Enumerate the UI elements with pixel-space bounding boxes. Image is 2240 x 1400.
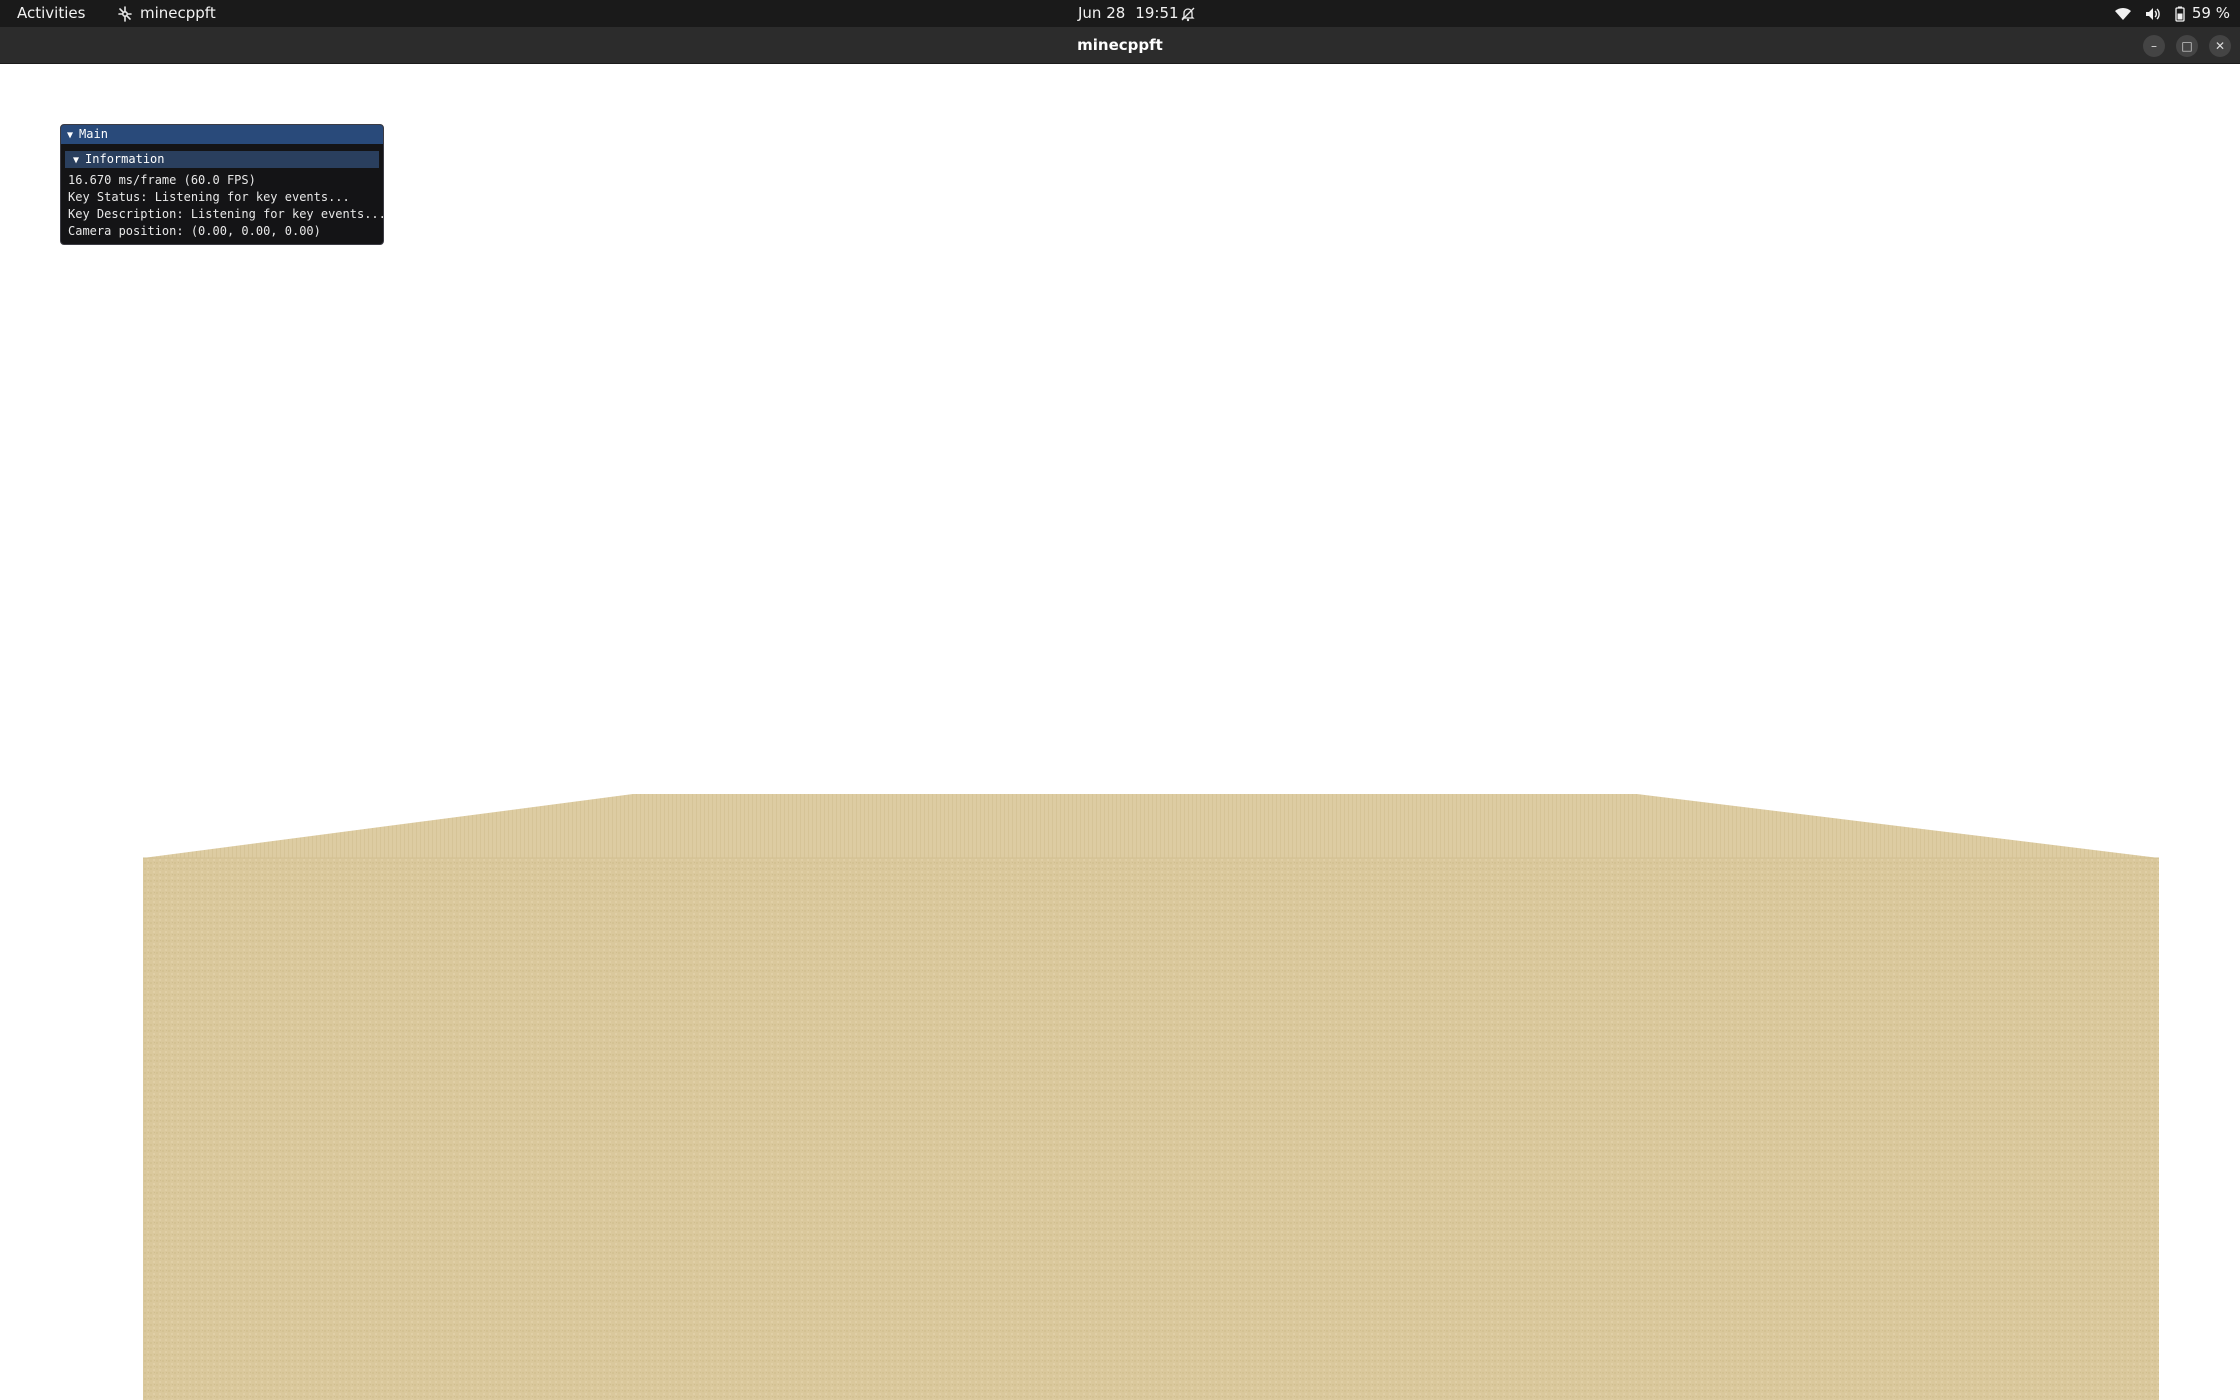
top-bar: Activities minecppft Jun 28 19:51 59 % <box>0 0 2240 27</box>
imgui-main-window[interactable]: ▼ Main ▼ Information 16.670 ms/frame (60.0… <box>60 124 384 245</box>
app-menu[interactable]: minecppft <box>116 0 216 27</box>
maximize-button[interactable]: □ <box>2176 35 2198 57</box>
information-header[interactable]: ▼ Information <box>65 151 379 168</box>
window-title: minecppft <box>1077 36 1163 54</box>
volume-icon <box>2145 7 2160 20</box>
sand-terrain <box>143 794 2159 1400</box>
notifications-off-icon[interactable] <box>1180 0 1196 27</box>
imgui-title-bar[interactable]: ▼ Main <box>61 125 383 144</box>
wifi-icon <box>2114 7 2131 20</box>
system-tray[interactable]: 59 % <box>2114 0 2230 27</box>
imgui-window-title: Main <box>79 127 108 141</box>
sand-front-face <box>143 858 2159 1400</box>
collapse-arrow-icon: ▼ <box>73 155 80 166</box>
clock-time: 19:51 <box>1135 4 1179 22</box>
app-menu-label: minecppft <box>140 4 216 22</box>
key-description-text: Key Description: Listening for key event… <box>68 207 384 221</box>
camera-position-text: Camera position: (0.00, 0.00, 0.00) <box>68 224 321 238</box>
key-status-text: Key Status: Listening for key events... <box>68 190 350 204</box>
activities-button[interactable]: Activities <box>17 0 85 27</box>
information-header-label: Information <box>85 152 165 166</box>
battery-percent: 59 % <box>2191 4 2230 22</box>
minimize-button[interactable]: – <box>2143 35 2165 57</box>
frame-time-text: 16.670 ms/frame (60.0 FPS) <box>68 173 256 187</box>
window-titlebar[interactable]: minecppft – □ ✕ <box>0 27 2240 64</box>
app-gear-icon <box>118 5 132 22</box>
clock[interactable]: Jun 28 19:51 <box>1078 0 1179 27</box>
close-button[interactable]: ✕ <box>2209 35 2231 57</box>
clock-date: Jun 28 <box>1078 4 1126 22</box>
battery-icon <box>2175 6 2185 22</box>
sand-top-face <box>143 794 2159 858</box>
game-viewport[interactable]: ▼ Main ▼ Information 16.670 ms/frame (60.0… <box>0 64 2240 1400</box>
collapse-arrow-icon[interactable]: ▼ <box>67 126 73 145</box>
